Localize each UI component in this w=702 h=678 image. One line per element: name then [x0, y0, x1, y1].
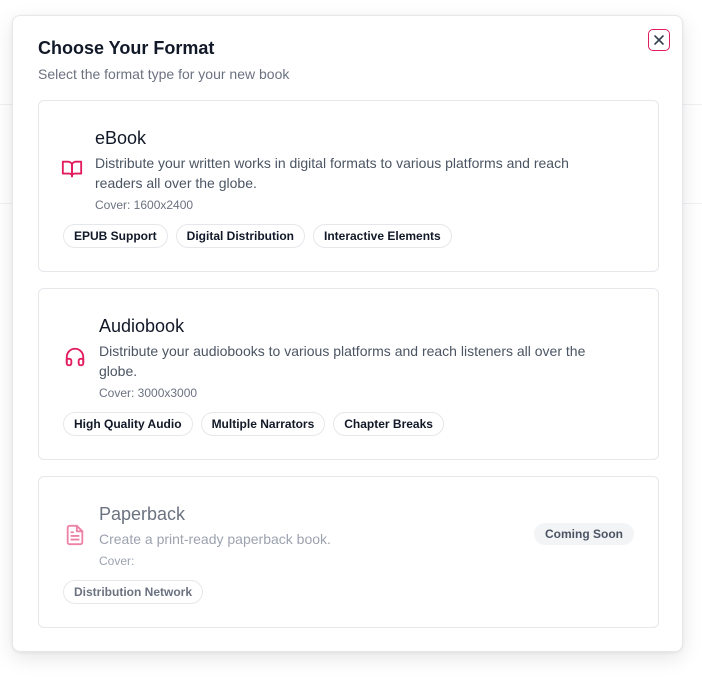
feature-tag: High Quality Audio — [63, 412, 193, 436]
format-cover-size: Cover: 1600x2400 — [95, 198, 194, 212]
feature-tag: Distribution Network — [63, 580, 204, 604]
feature-tag: Chapter Breaks — [333, 412, 444, 436]
format-cover-size: Cover: 3000x3000 — [99, 386, 198, 400]
feature-tag: Digital Distribution — [175, 224, 305, 248]
format-title: eBook — [95, 128, 147, 148]
format-card-audiobook[interactable]: Audiobook Distribute your audiobooks to … — [38, 288, 659, 460]
format-description: Distribute your written works in digital… — [95, 155, 569, 191]
dialog-title: Choose Your Format — [38, 38, 215, 58]
feature-tag: Interactive Elements — [313, 224, 452, 248]
x-icon — [654, 35, 664, 45]
format-title: Audiobook — [99, 316, 185, 336]
file-text-icon — [66, 524, 84, 546]
format-description: Create a print-ready paperback book. — [99, 531, 331, 547]
feature-tags: Distribution Network — [63, 580, 204, 604]
feature-tag: Multiple Narrators — [200, 412, 326, 436]
format-dialog: Choose Your Format Select the format typ… — [12, 15, 683, 652]
feature-tags: EPUB Support Digital Distribution Intera… — [63, 224, 452, 248]
coming-soon-badge: Coming Soon — [534, 523, 634, 545]
book-open-icon — [61, 160, 83, 178]
format-title: Paperback — [99, 504, 186, 524]
feature-tag: EPUB Support — [63, 224, 168, 248]
close-button[interactable] — [648, 29, 670, 51]
dialog-subtitle: Select the format type for your new book — [38, 66, 290, 82]
format-card-ebook[interactable]: eBook Distribute your written works in d… — [38, 100, 659, 272]
headphones-icon — [65, 347, 85, 367]
format-card-paperback: Paperback Create a print-ready paperback… — [38, 476, 659, 628]
format-cover-size: Cover: — [99, 554, 135, 568]
feature-tags: High Quality Audio Multiple Narrators Ch… — [63, 412, 444, 436]
format-description: Distribute your audiobooks to various pl… — [99, 343, 586, 379]
